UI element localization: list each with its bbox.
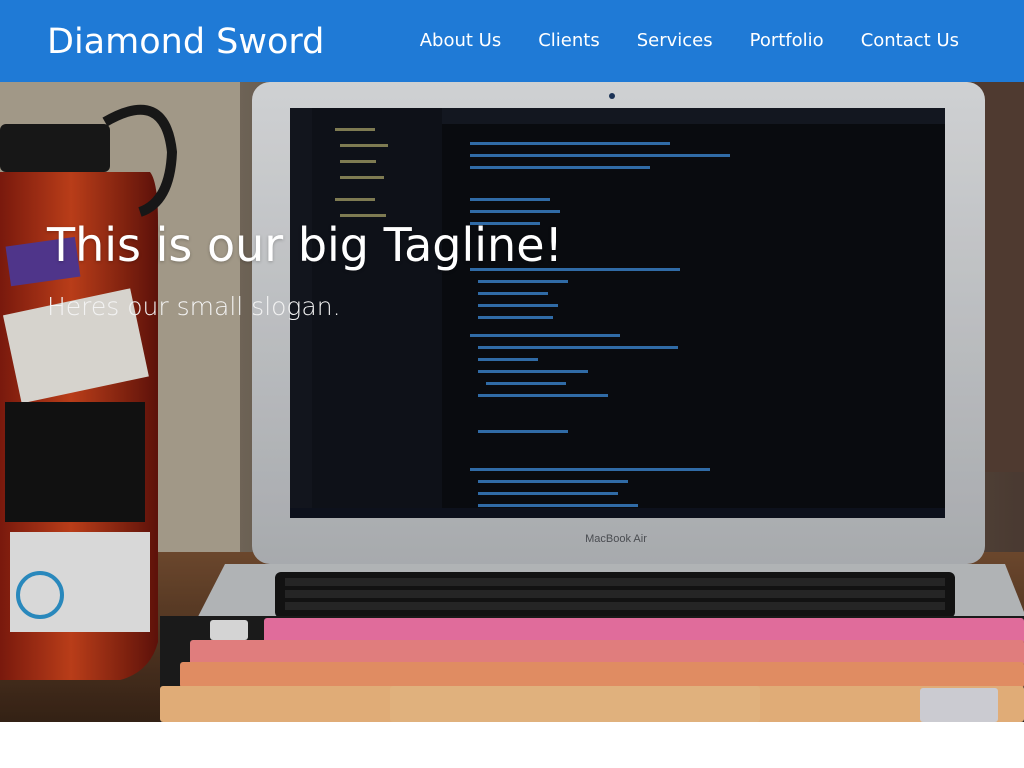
- nav-link-services[interactable]: Services: [637, 29, 713, 53]
- top-navbar: Diamond Sword About Us Clients Services …: [0, 0, 1024, 82]
- hero-background-illustration: MacBook Air: [0, 82, 1024, 722]
- hero-tagline: This is our big Tagline!: [47, 218, 563, 272]
- hero-slogan: Heres our small slogan.: [47, 292, 341, 321]
- hero-banner: MacBook Air This is our big Tagline!: [0, 82, 1024, 722]
- nav-link-about-us[interactable]: About Us: [420, 29, 502, 53]
- main-nav: About Us Clients Services Portfolio Cont…: [420, 0, 1024, 82]
- brand-logo[interactable]: Diamond Sword: [47, 20, 324, 64]
- nav-link-portfolio[interactable]: Portfolio: [750, 29, 824, 53]
- nav-link-clients[interactable]: Clients: [538, 29, 600, 53]
- nav-link-contact-us[interactable]: Contact Us: [861, 29, 959, 53]
- content-area: [0, 722, 1024, 768]
- hero-text-block: This is our big Tagline! Heres our small…: [47, 214, 563, 324]
